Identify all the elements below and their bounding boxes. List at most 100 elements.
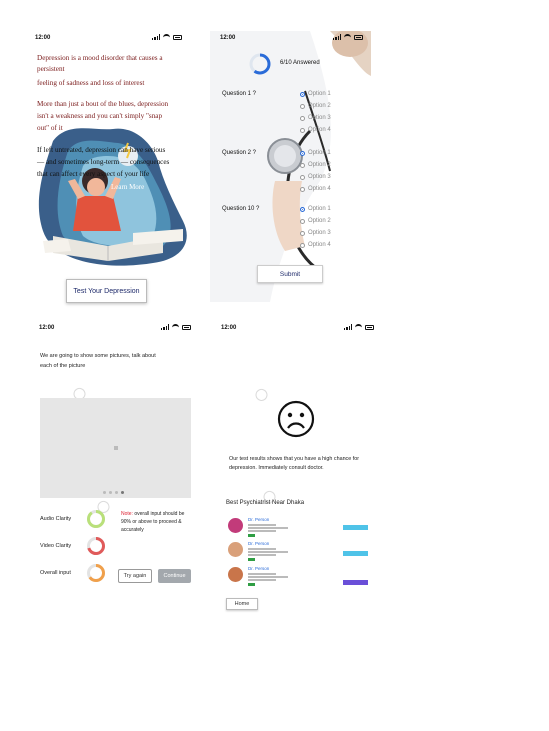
doctor-detail-line	[248, 551, 288, 553]
intro-text-line: persistent	[37, 65, 65, 73]
intro-text-line: that can affect every aspect of your lif…	[37, 170, 150, 178]
radio-icon[interactable]	[300, 174, 305, 180]
status-time: 12:00	[220, 35, 236, 41]
answer-option[interactable]: Option 1	[300, 150, 331, 156]
radio-icon[interactable]	[300, 206, 305, 212]
answer-option[interactable]: Option 2	[300, 103, 331, 109]
doctor-avatar	[228, 542, 243, 557]
question-label: Question 10 ?	[222, 206, 260, 212]
battery-icon	[365, 324, 374, 330]
metric-ring	[87, 537, 105, 555]
status-bar: 12:00	[29, 321, 199, 335]
question-label: Question 1 ?	[222, 91, 257, 97]
answered-progress-ring	[249, 53, 271, 75]
status-time: 12:00	[35, 35, 51, 41]
intro-text-line: — and sometimes long-term — consequences	[37, 158, 170, 166]
answer-option[interactable]: Option 4	[300, 242, 331, 248]
status-time: 12:00	[221, 325, 237, 331]
book-appointment-button[interactable]	[343, 580, 368, 585]
answer-option-label: Option 2	[308, 218, 331, 224]
wifi-icon	[344, 34, 351, 40]
answer-option[interactable]: Option 4	[300, 186, 331, 192]
answer-option-label: Option 3	[308, 174, 331, 180]
radio-icon[interactable]	[300, 218, 305, 224]
test-depression-button[interactable]: Test Your Depression	[66, 279, 147, 303]
doctor-name[interactable]: Dr. Person	[248, 517, 269, 522]
doctor-card[interactable]: Dr. Person	[228, 565, 368, 587]
doctor-detail-line	[248, 579, 276, 581]
picture-placeholder	[40, 398, 191, 498]
doctor-detail-line	[248, 524, 276, 526]
radio-icon[interactable]	[300, 127, 305, 133]
metric-label: Video Clarity	[40, 543, 72, 549]
submit-button[interactable]: Submit	[257, 265, 323, 283]
intro-text-line: If left untreated, depression can have s…	[37, 146, 166, 154]
radio-icon[interactable]	[300, 103, 305, 109]
carousel-dot[interactable]	[103, 491, 106, 494]
doctor-card[interactable]: Dr. Person	[228, 540, 368, 562]
answer-option[interactable]: Option 3	[300, 115, 331, 121]
radio-icon[interactable]	[300, 162, 305, 168]
answer-option[interactable]: Option 3	[300, 230, 331, 236]
wifi-icon	[355, 324, 362, 330]
stethoscope-photo	[210, 31, 371, 302]
book-appointment-button[interactable]	[343, 525, 368, 530]
intro-text-line: out" of it	[37, 124, 63, 132]
book-appointment-button[interactable]	[343, 551, 368, 556]
answer-option-label: Option 1	[308, 150, 331, 156]
doctor-status-badge	[248, 534, 255, 537]
home-button[interactable]: Home	[226, 598, 258, 610]
radio-icon[interactable]	[300, 115, 305, 121]
psychiatrist-section-title: Best Psychiatrist Near Dhaka	[226, 500, 305, 506]
battery-icon	[354, 34, 363, 40]
note-prefix: Note:	[121, 511, 133, 517]
answer-option-label: Option 4	[308, 242, 331, 248]
radio-icon[interactable]	[300, 230, 305, 236]
battery-icon	[182, 324, 191, 330]
image-icon	[114, 446, 118, 450]
doctor-detail-line	[248, 554, 276, 556]
picture-intro-line: each of the picture	[40, 363, 86, 369]
doctor-detail-line	[248, 576, 288, 578]
metric-label: Audio Clarity	[40, 516, 72, 522]
answer-option-label: Option 1	[308, 206, 331, 212]
doctor-detail-line	[248, 527, 288, 529]
answer-option-label: Option 3	[308, 115, 331, 121]
doctor-card[interactable]: Dr. Person	[228, 516, 368, 538]
answer-option[interactable]: Option 2	[300, 218, 331, 224]
signal-icon	[152, 34, 160, 40]
radio-icon[interactable]	[300, 91, 305, 97]
radio-icon[interactable]	[300, 242, 305, 248]
wifi-icon	[172, 324, 179, 330]
status-bar: 12:00	[210, 31, 371, 45]
info-screen: 12:00 Depression is a mood disorder that…	[25, 31, 190, 271]
answer-option-label: Option 2	[308, 103, 331, 109]
learn-more-link[interactable]: Learn More	[111, 183, 144, 191]
answer-option[interactable]: Option 1	[300, 206, 331, 212]
intro-text-line: feeling of sadness and loss of interest	[37, 79, 145, 87]
doctor-name[interactable]: Dr. Person	[248, 541, 269, 546]
signal-icon	[344, 324, 352, 330]
radio-icon[interactable]	[300, 186, 305, 192]
status-bar: 12:00	[25, 31, 190, 45]
result-screen: 12:00 Our test results shows that you ha…	[211, 321, 382, 616]
wifi-icon	[163, 34, 170, 40]
radio-icon[interactable]	[300, 150, 305, 156]
answer-option[interactable]: Option 1	[300, 91, 331, 97]
answer-option[interactable]: Option 3	[300, 174, 331, 180]
doctor-detail-line	[248, 548, 276, 550]
try-again-button[interactable]: Try again	[118, 569, 152, 583]
doctor-detail-line	[248, 530, 276, 532]
metric-ring	[87, 510, 105, 528]
answer-option-label: Option 1	[308, 91, 331, 97]
depression-illustration	[38, 128, 187, 266]
input-note: Note: overall input should be 90% or abo…	[121, 510, 191, 534]
doctor-name[interactable]: Dr. Person	[248, 566, 269, 571]
picture-intro-line: We are going to show some pictures, talk…	[40, 353, 156, 359]
answer-option[interactable]: Option 4	[300, 127, 331, 133]
continue-button[interactable]: Continue	[158, 569, 191, 583]
doctor-status-badge	[248, 583, 255, 586]
result-message-line: Our test results shows that you have a h…	[229, 456, 360, 462]
doctor-detail-line	[248, 573, 276, 575]
answer-option[interactable]: Option 2	[300, 162, 331, 168]
